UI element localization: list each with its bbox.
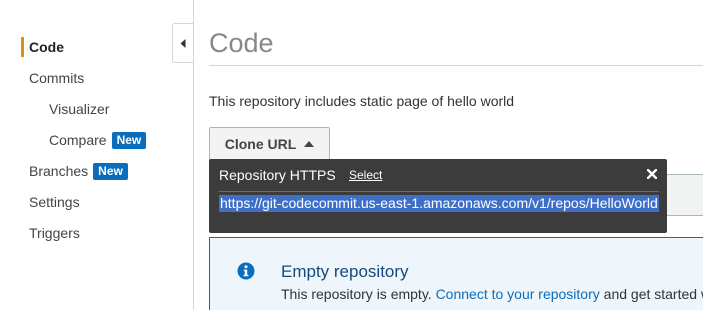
caret-up-icon (304, 140, 315, 147)
sidebar-item-label: Commits (29, 70, 85, 86)
page-title: Code (209, 28, 274, 58)
clone-url-popover: Repository HTTPS Select https://git-code… (209, 159, 667, 233)
title-divider (209, 65, 703, 66)
sidebar-item-label: Compare (49, 132, 107, 148)
clone-url-button[interactable]: Clone URL (209, 127, 330, 160)
popover-title: Repository HTTPS (219, 167, 336, 183)
popover-divider (219, 191, 659, 192)
select-url-link[interactable]: Select (349, 168, 382, 182)
connect-repository-link[interactable]: Connect to your repository (436, 286, 600, 302)
sidebar-item-settings[interactable]: Settings (29, 194, 80, 210)
sidebar-item-triggers[interactable]: Triggers (29, 225, 80, 241)
sidebar-collapse-button[interactable] (172, 23, 193, 63)
close-icon[interactable] (645, 167, 659, 181)
sidebar-item-branches[interactable]: Branches New (29, 163, 128, 180)
alert-text-after: and get started w (603, 286, 703, 302)
repository-url-field[interactable]: https://git-codecommit.us-east-1.amazona… (219, 195, 659, 212)
sidebar-item-label: Branches (29, 163, 89, 179)
sidebar-item-code[interactable]: Code (29, 39, 64, 55)
sidebar-item-compare[interactable]: Compare New (49, 132, 147, 149)
empty-repository-alert: Empty repository This repository is empt… (209, 237, 703, 310)
info-icon (237, 262, 255, 280)
new-badge: New (93, 163, 128, 180)
alert-text-before: This repository is empty. (281, 286, 432, 302)
active-indicator (21, 37, 24, 57)
clone-url-label: Clone URL (224, 135, 297, 152)
alert-message: This repository is empty. Connect to you… (281, 286, 703, 302)
repository-description: This repository includes static page of … (209, 93, 515, 109)
caret-left-icon (180, 38, 186, 48)
sidebar-item-commits[interactable]: Commits (29, 70, 84, 86)
alert-title: Empty repository (281, 262, 409, 281)
sidebar-item-label: Triggers (29, 225, 80, 241)
new-badge: New (111, 132, 147, 149)
sidebar-item-label: Code (29, 39, 64, 55)
sidebar: Code Commits Visualizer Compare New Branc… (0, 0, 194, 310)
sidebar-item-label: Settings (29, 194, 80, 210)
sidebar-item-visualizer[interactable]: Visualizer (49, 101, 109, 117)
sidebar-item-label: Visualizer (49, 101, 110, 117)
